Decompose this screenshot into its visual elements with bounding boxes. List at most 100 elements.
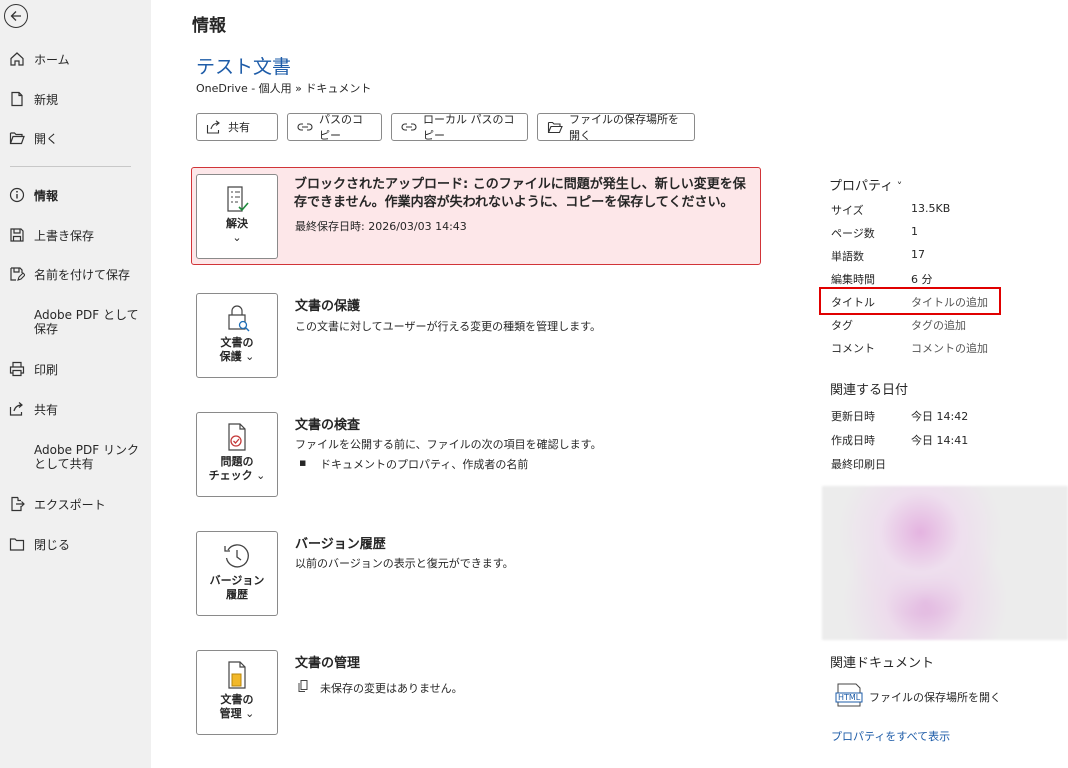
sidebar-item-share-adobe-pdf-link[interactable]: Adobe PDF リンク として共有 xyxy=(0,440,151,474)
date-key: 最終印刷日 xyxy=(831,458,886,471)
sidebar-item-save-as[interactable]: 名前を付けて保存 xyxy=(0,259,151,289)
inspect-document-title: 文書の検査 xyxy=(295,418,361,433)
property-key: ページ数 xyxy=(831,227,875,240)
sidebar-item-open[interactable]: 開く xyxy=(0,123,151,153)
property-value: 1 xyxy=(911,225,918,238)
share-icon xyxy=(206,120,222,134)
sidebar-item-label: 印刷 xyxy=(34,362,59,377)
related-documents-heading: 関連ドキュメント xyxy=(830,656,935,671)
home-icon xyxy=(8,50,26,68)
folder-close-icon xyxy=(8,535,26,553)
check-for-issues-button[interactable]: 問題の チェック ⌄ xyxy=(196,412,278,497)
protect-document-button[interactable]: 文書の 保護 ⌄ xyxy=(196,293,278,378)
arrow-left-icon xyxy=(10,11,21,21)
property-value: 6 分 xyxy=(911,273,933,286)
property-key: サイズ xyxy=(831,204,864,217)
sidebar-divider xyxy=(10,166,131,167)
inspect-document-description: ファイルを公開する前に、ファイルの次の項目を確認します。 xyxy=(295,438,602,451)
manage-document-title: 文書の管理 xyxy=(295,656,361,671)
date-key: 更新日時 xyxy=(831,410,875,423)
save-icon xyxy=(8,226,26,244)
bullet-icon: ▪ xyxy=(299,456,307,469)
property-key-tags: タグ xyxy=(831,319,853,332)
link-icon xyxy=(297,121,313,133)
property-value: 17 xyxy=(911,248,925,261)
document-title: テスト文書 xyxy=(196,56,292,78)
comments-input[interactable]: コメントの追加 xyxy=(911,340,988,356)
sidebar-item-export[interactable]: エクスポート xyxy=(0,489,151,519)
info-icon xyxy=(8,186,26,204)
sidebar-item-new[interactable]: 新規 xyxy=(0,84,151,114)
manage-document-icon xyxy=(222,660,252,690)
sidebar-item-save-as-adobe-pdf[interactable]: Adobe PDF として 保存 xyxy=(0,305,151,339)
breadcrumb[interactable]: OneDrive - 個人用 » ドキュメント xyxy=(196,80,371,96)
related-dates-heading: 関連する日付 xyxy=(830,383,909,398)
open-file-location-button[interactable]: ファイルの保存場所を開く xyxy=(537,113,695,142)
chevron-down-icon: ⌄ xyxy=(252,469,266,482)
chevron-down-icon: ⌄ xyxy=(232,231,242,244)
date-key: 作成日時 xyxy=(831,434,875,447)
sidebar-item-label: Adobe PDF リンク として共有 xyxy=(34,443,139,471)
lock-search-icon xyxy=(222,303,252,333)
sidebar-item-home[interactable]: ホーム xyxy=(0,44,151,74)
copy-path-label: パスのコピー xyxy=(319,113,363,142)
properties-dropdown[interactable]: プロパティ ˅ xyxy=(829,175,902,194)
open-file-location-label: ファイルの保存場所を開く xyxy=(569,113,679,142)
inspect-item: ドキュメントのプロパティ、作成者の名前 xyxy=(320,458,529,471)
protect-document-description: この文書に対してユーザーが行える変更の種類を管理します。 xyxy=(295,320,602,333)
sidebar-item-label: 開く xyxy=(34,131,59,146)
save-as-icon xyxy=(8,265,26,283)
sidebar-item-label: 共有 xyxy=(34,402,59,417)
protect-document-title: 文書の保護 xyxy=(295,299,361,314)
copy-path-button[interactable]: パスのコピー xyxy=(287,113,382,142)
version-history-button[interactable]: バージョン 履歴 xyxy=(196,531,278,616)
property-value: 13.5KB xyxy=(911,202,951,215)
share-button-label: 共有 xyxy=(228,121,250,134)
document-copy-icon xyxy=(297,679,311,696)
document-check-icon xyxy=(222,422,252,452)
property-key: 編集時間 xyxy=(831,273,875,286)
property-key-comments: コメント xyxy=(831,342,875,355)
sidebar-item-label: Adobe PDF として 保存 xyxy=(34,308,139,336)
sidebar-item-info[interactable]: 情報 xyxy=(0,180,151,210)
title-input[interactable]: タイトルの追加 xyxy=(911,294,988,310)
sidebar-item-share[interactable]: 共有 xyxy=(0,394,151,424)
related-open-file-location-link[interactable]: ファイルの保存場所を開く xyxy=(869,689,1001,705)
link-icon xyxy=(401,121,417,133)
sidebar-item-label: ホーム xyxy=(34,52,70,67)
show-all-properties-link[interactable]: プロパティをすべて表示 xyxy=(831,728,950,744)
sidebar-item-label: 名前を付けて保存 xyxy=(34,267,131,282)
version-history-title: バージョン履歴 xyxy=(295,537,386,552)
print-icon xyxy=(8,360,26,378)
checklist-icon xyxy=(222,184,252,214)
folder-open-icon xyxy=(547,121,563,134)
tags-input[interactable]: タグの追加 xyxy=(911,317,966,333)
history-icon xyxy=(222,541,252,571)
folder-open-icon xyxy=(8,129,26,147)
manage-document-description: 未保存の変更はありません。 xyxy=(320,682,463,695)
sidebar-item-label: 新規 xyxy=(34,92,59,107)
share-icon xyxy=(8,400,26,418)
sidebar-item-print[interactable]: 印刷 xyxy=(0,354,151,384)
resolve-button[interactable]: 解決 ⌄ xyxy=(196,174,278,259)
page-title: 情報 xyxy=(192,16,226,36)
export-icon xyxy=(8,495,26,513)
date-value: 今日 14:41 xyxy=(911,434,969,447)
blurred-image xyxy=(822,486,1068,640)
sidebar-item-label: 情報 xyxy=(34,188,59,203)
chevron-down-icon: ⌄ xyxy=(241,350,255,363)
manage-document-button[interactable]: 文書の 管理 ⌄ xyxy=(196,650,278,735)
sidebar-item-label: エクスポート xyxy=(34,497,106,512)
alert-message: ブロックされたアップロード: このファイルに問題が発生し、新しい変更を保存できま… xyxy=(294,177,746,210)
date-value: 今日 14:42 xyxy=(911,410,969,423)
property-key-title: タイトル xyxy=(831,296,875,309)
property-key: 単語数 xyxy=(831,250,864,263)
sidebar-item-close[interactable]: 閉じる xyxy=(0,529,151,559)
back-button[interactable] xyxy=(4,4,28,28)
copy-local-path-button[interactable]: ローカル パスのコピー xyxy=(391,113,528,142)
share-button[interactable]: 共有 xyxy=(196,113,278,141)
sidebar-item-save[interactable]: 上書き保存 xyxy=(0,220,151,250)
new-document-icon xyxy=(8,90,26,108)
html-file-icon: HTML xyxy=(835,683,865,707)
chevron-down-icon: ˅ xyxy=(893,180,903,193)
